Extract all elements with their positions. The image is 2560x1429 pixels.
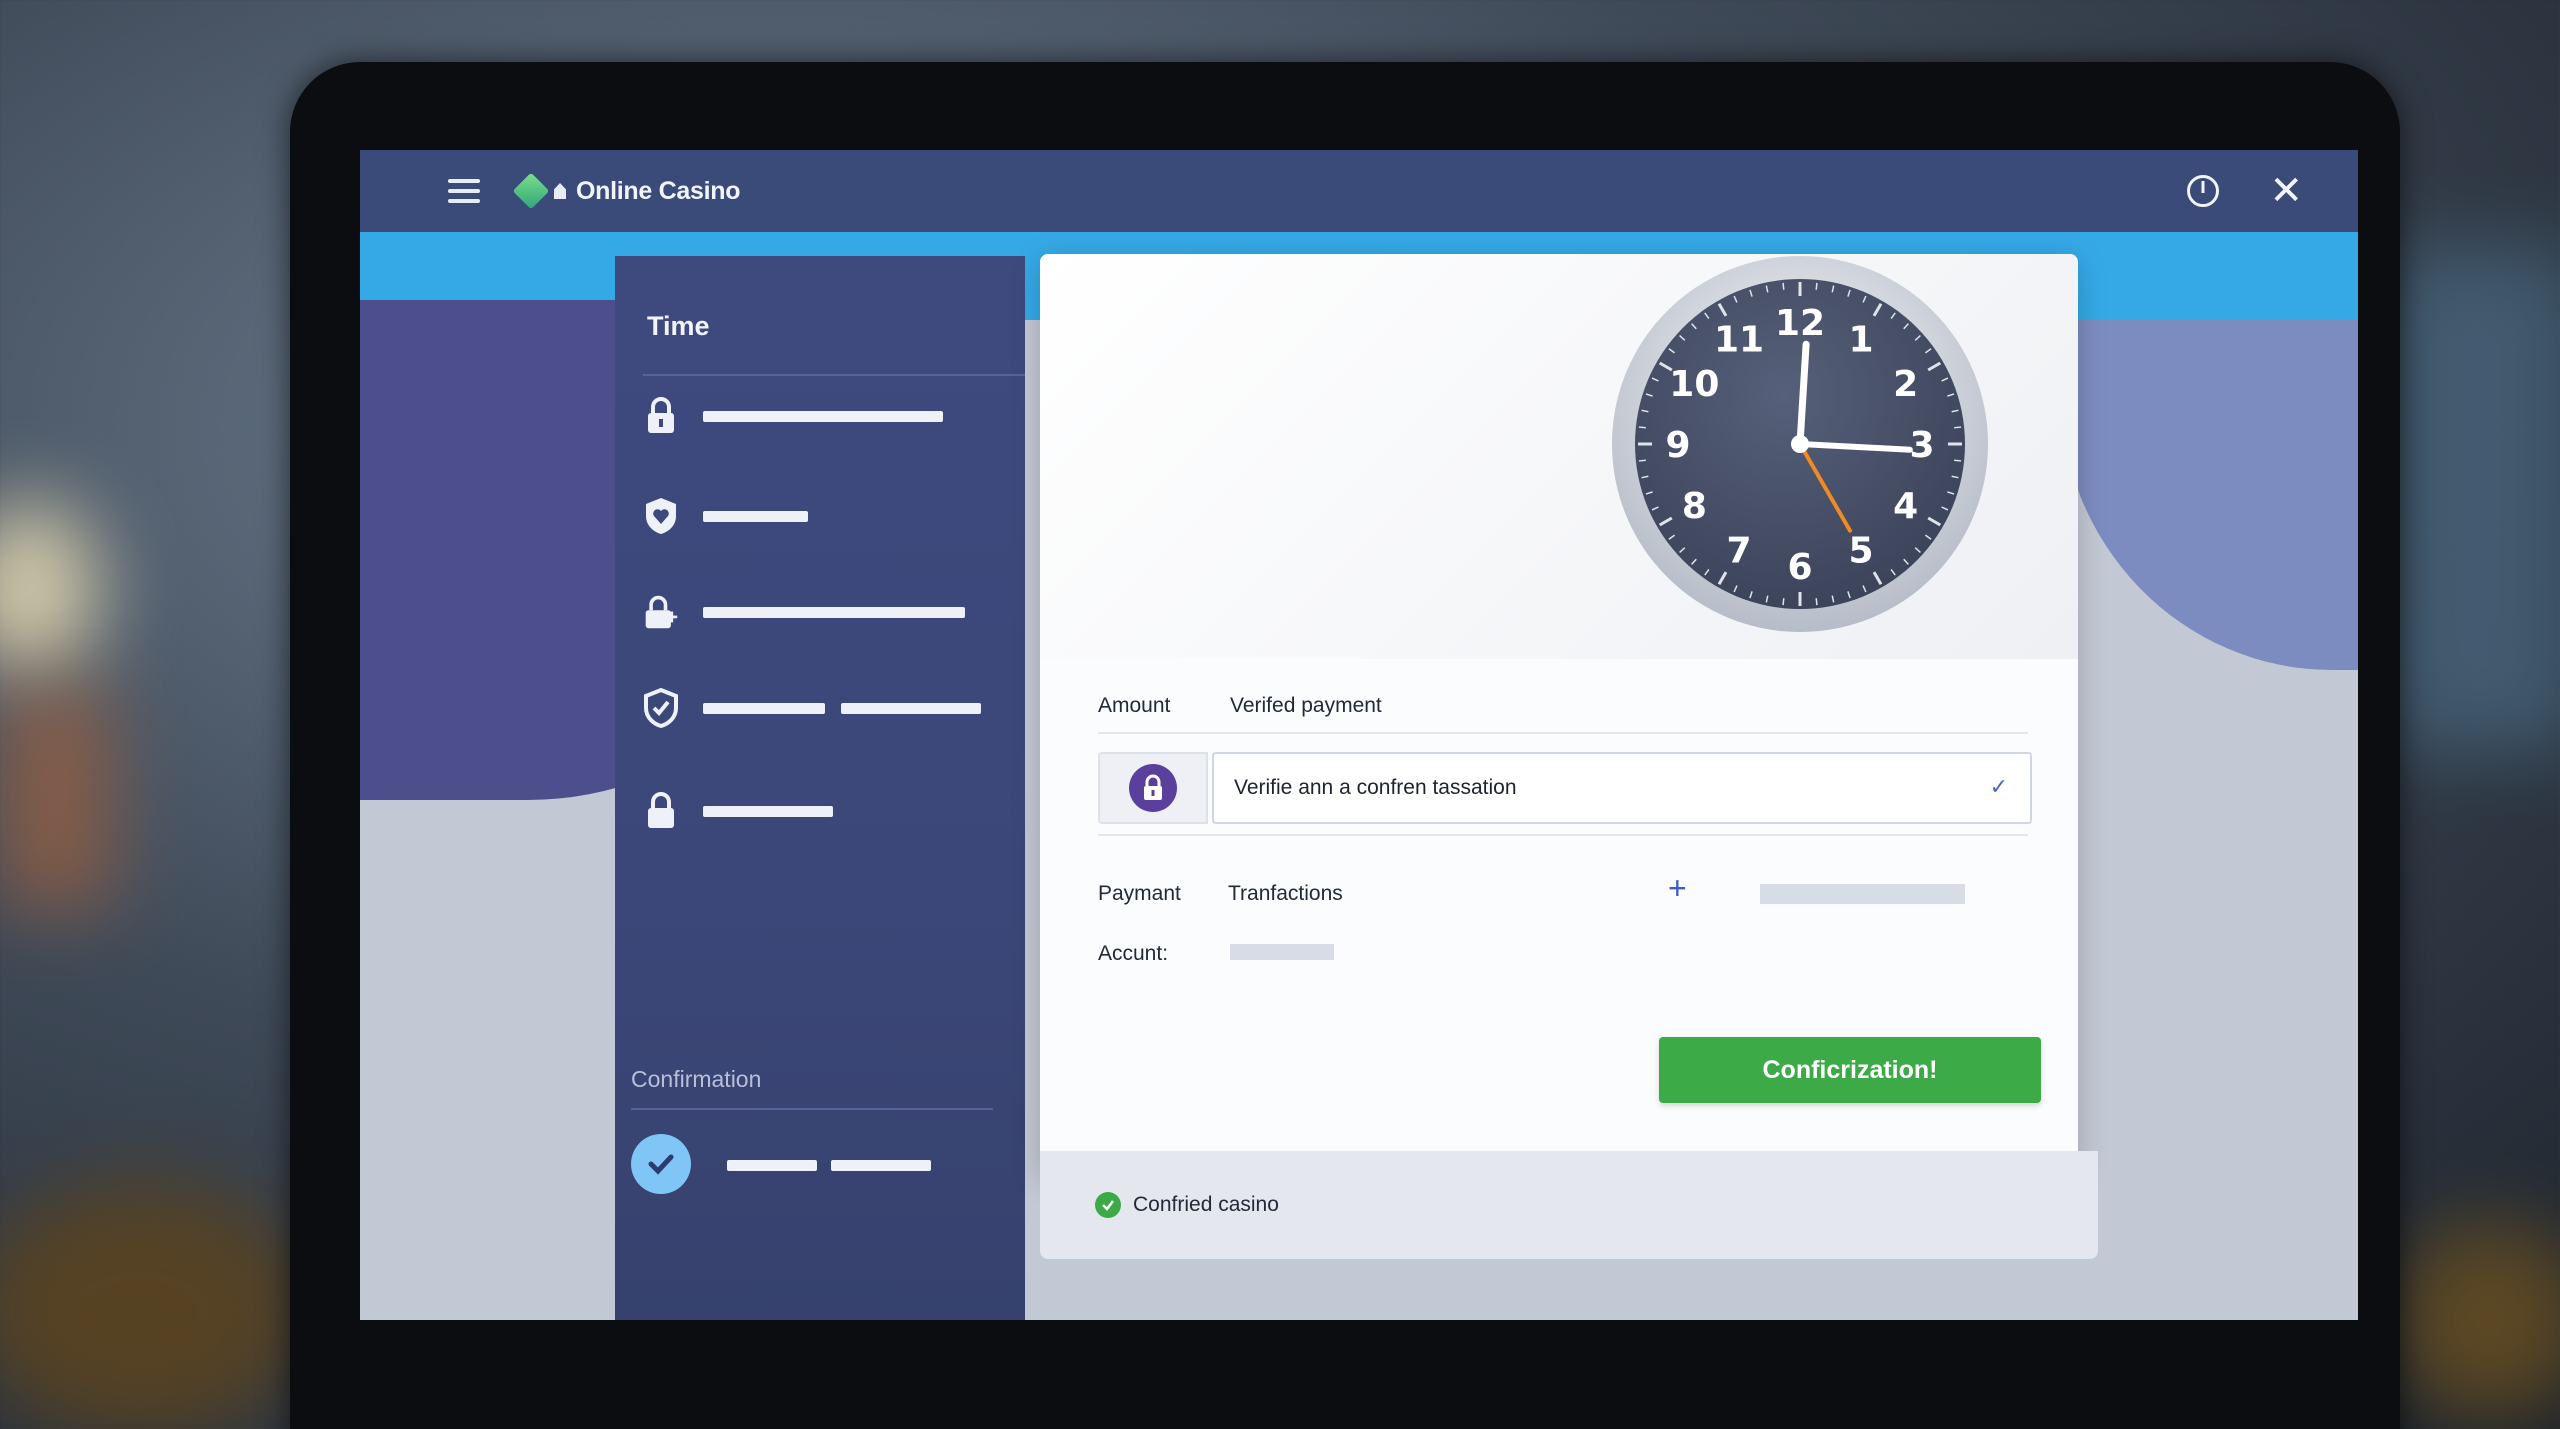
clock-number: 4 — [1893, 486, 1918, 527]
clock-tick — [1638, 459, 1646, 462]
shield-check-icon — [643, 688, 679, 728]
transactions-value-bar — [1760, 884, 1965, 904]
payment-label: Paymant — [1098, 882, 1181, 905]
item-label-bar — [703, 510, 808, 522]
background-coins — [2390, 1220, 2560, 1420]
select-value: Verifie ann a confren tassation — [1234, 776, 1517, 799]
divider — [631, 1108, 993, 1110]
clock-tick — [1815, 598, 1818, 606]
sidebar: Time Confirmation — [615, 256, 1025, 1320]
clock-number: 8 — [1682, 486, 1707, 527]
check-circle-icon — [1095, 1192, 1121, 1218]
clock-tick — [1638, 426, 1646, 429]
item-label-bar — [703, 410, 943, 422]
item-label-bar — [703, 702, 825, 714]
sidebar-item-5[interactable] — [643, 791, 833, 831]
card-footer: Confried casino — [1040, 1151, 2098, 1259]
background-wave — [2060, 320, 2358, 670]
app-screen: Online Casino ✕ Time Confirmation 12 1 2… — [360, 150, 2358, 1320]
shield-heart-icon — [643, 496, 679, 536]
status-text: Confried casino — [1133, 1193, 1279, 1216]
app-title: Online Casino — [576, 176, 741, 205]
background-coins — [0, 1180, 310, 1429]
clock-number: 7 — [1726, 531, 1751, 572]
clock-number: 2 — [1893, 364, 1918, 405]
sidebar-item-3[interactable] — [643, 592, 965, 632]
power-icon[interactable] — [2187, 175, 2220, 207]
account-label: Accunt: — [1098, 942, 1169, 965]
wall-clock: 12 1 2 3 4 5 6 7 8 9 10 11 — [1610, 254, 1990, 634]
clock-number: 10 — [1669, 364, 1719, 405]
sidebar-title: Time — [647, 311, 710, 341]
diamond-logo-icon — [512, 172, 550, 210]
lock-plus-icon — [643, 592, 679, 632]
titlebar: Online Casino ✕ — [360, 150, 2358, 232]
item-label-bar — [841, 702, 981, 714]
clock-tick — [1782, 282, 1785, 290]
close-icon[interactable]: ✕ — [2269, 171, 2303, 211]
house-icon — [554, 183, 566, 199]
clock-number: 9 — [1665, 425, 1690, 466]
item-label-bar — [703, 805, 833, 817]
sidebar-item-4[interactable] — [643, 688, 981, 728]
clock-number: 6 — [1787, 547, 1812, 588]
background-light — [0, 500, 100, 680]
clock-number: 3 — [1909, 425, 1934, 466]
divider — [1098, 834, 2028, 836]
clock-number: 12 — [1775, 303, 1825, 344]
payment-card: 12 1 2 3 4 5 6 7 8 9 10 11 Amount Verifed payment V… — [1040, 254, 2098, 1259]
clock-number: 11 — [1714, 319, 1764, 360]
lock-addon — [1098, 752, 1208, 824]
transactions-label: Tranfactions — [1228, 882, 1343, 905]
check-circle-icon — [631, 1134, 691, 1194]
clock-tick — [1954, 426, 1962, 429]
clock-tick — [1815, 282, 1818, 290]
confirmation-bar — [727, 1160, 817, 1171]
hamburger-menu-icon[interactable] — [448, 179, 480, 203]
verified-payment-label: Verifed payment — [1230, 694, 1382, 717]
transaction-select[interactable]: Verifie ann a confren tassation ✓ — [1212, 752, 2032, 824]
item-label-bar — [703, 606, 965, 618]
clock-tick — [1954, 459, 1962, 462]
confirmation-bar — [831, 1160, 931, 1171]
background-panel — [2380, 250, 2560, 750]
lock-icon — [643, 791, 679, 831]
clock-number: 5 — [1848, 531, 1873, 572]
background-object — [0, 690, 110, 910]
amount-label: Amount — [1098, 694, 1171, 717]
confirmation-label: Confirmation — [631, 1066, 762, 1092]
add-icon[interactable]: + — [1668, 870, 1687, 907]
divider — [1098, 732, 2028, 734]
check-icon: ✓ — [1989, 774, 2008, 799]
account-value-bar — [1230, 944, 1334, 960]
clock-number: 1 — [1848, 319, 1873, 360]
brand: Online Casino — [512, 172, 741, 210]
confirm-button[interactable]: Conficrization! — [1659, 1037, 2041, 1103]
lock-icon — [643, 396, 679, 436]
sidebar-item-1[interactable] — [643, 396, 943, 436]
divider — [643, 374, 1025, 376]
sidebar-item-2[interactable] — [643, 496, 808, 536]
clock-tick — [1782, 598, 1785, 606]
lock-icon — [1129, 764, 1177, 812]
